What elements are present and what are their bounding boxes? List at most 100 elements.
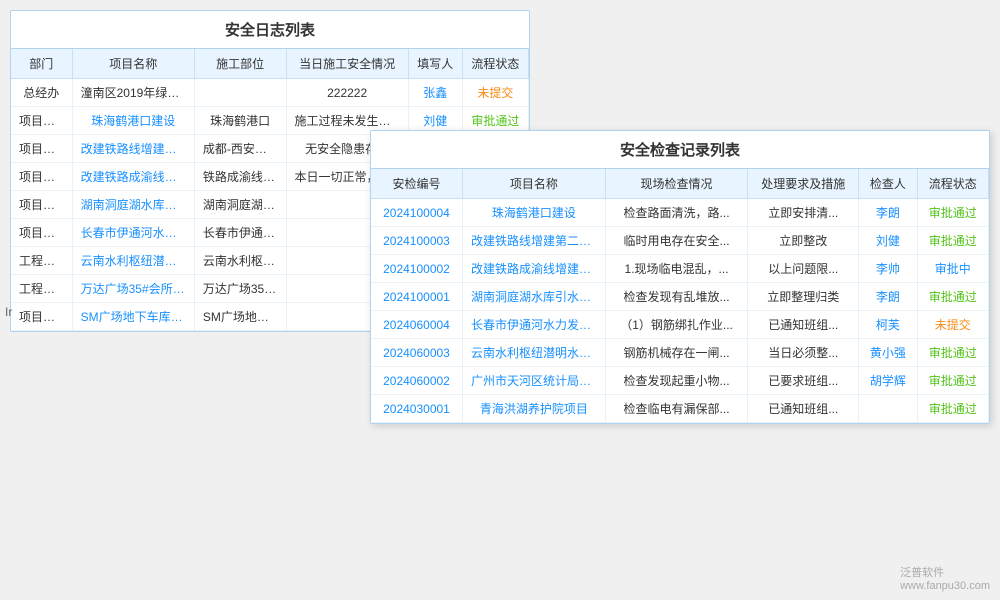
check-inspector-cell: 胡学辉	[859, 367, 917, 395]
check-situation-cell: （1）钢筋绑扎作业...	[605, 311, 747, 339]
check-inspector-cell	[859, 395, 917, 423]
safety-log-title: 安全日志列表	[11, 11, 529, 49]
check-id-cell[interactable]: 2024100004	[371, 199, 462, 227]
col-status: 流程状态	[462, 49, 528, 79]
check-project-cell[interactable]: 湖南洞庭湖水库引水工...	[462, 283, 605, 311]
check-measure-cell: 以上问题限...	[748, 255, 859, 283]
writer-cell: 张鑫	[408, 79, 462, 107]
dept-cell: 项目二部	[11, 163, 72, 191]
safety-check-panel: 安全检查记录列表 安检编号 项目名称 现场检查情况 处理要求及措施 检查人 流程…	[370, 130, 990, 424]
check-measure-cell: 当日必须整...	[748, 339, 859, 367]
check-project-cell[interactable]: 长春市伊通河水力发电...	[462, 311, 605, 339]
project-cell[interactable]: 云南水利枢纽潜明水库一...	[72, 247, 194, 275]
check-id-cell[interactable]: 2024100001	[371, 283, 462, 311]
project-cell[interactable]: 湖南洞庭湖水库引水工程...	[72, 191, 194, 219]
project-cell[interactable]: 长春市伊通河水力发电厂...	[72, 219, 194, 247]
check-measure-cell: 已通知班组...	[748, 311, 859, 339]
project-cell[interactable]: 改建铁路线增建第二线直...	[72, 135, 194, 163]
table-row: 2024100001湖南洞庭湖水库引水工...检查发现有乱堆放...立即整理归类…	[371, 283, 989, 311]
table-row: 2024100004珠海鹤港口建设检查路面清洗，路...立即安排清...李朗审批…	[371, 199, 989, 227]
check-measure-cell: 立即整理归类	[748, 283, 859, 311]
dept-cell: 工程管...	[11, 247, 72, 275]
check-project-cell[interactable]: 云南水利枢纽潜明水库...	[462, 339, 605, 367]
check-status-cell: 审批通过	[917, 367, 988, 395]
table-row: 2024060003云南水利枢纽潜明水库...钢筋机械存在一闸...当日必须整.…	[371, 339, 989, 367]
col-writer: 填写人	[408, 49, 462, 79]
project-cell[interactable]: SM广场地下车库更换摄...	[72, 303, 194, 331]
check-status-cell: 审批通过	[917, 227, 988, 255]
check-id-cell[interactable]: 2024060004	[371, 311, 462, 339]
dept-cell: 项目三部	[11, 107, 72, 135]
check-inspector-cell: 李帅	[859, 255, 917, 283]
dept-cell: 项目一部	[11, 135, 72, 163]
col-site: 施工部位	[194, 49, 286, 79]
col-situation: 当日施工安全情况	[286, 49, 408, 79]
dept-cell: 工程管...	[11, 275, 72, 303]
situation-cell: 222222	[286, 79, 408, 107]
check-status-cell: 未提交	[917, 311, 988, 339]
table-row: 2024060004长春市伊通河水力发电...（1）钢筋绑扎作业...已通知班组…	[371, 311, 989, 339]
check-id-cell[interactable]: 2024060002	[371, 367, 462, 395]
check-situation-cell: 1.现场临电混乱，...	[605, 255, 747, 283]
table-row: 2024100002改建铁路成渝线增建第...1.现场临电混乱，...以上问题限…	[371, 255, 989, 283]
dept-cell: 项目二部	[11, 303, 72, 331]
col-check-project: 项目名称	[462, 169, 605, 199]
check-project-cell[interactable]: 珠海鹤港口建设	[462, 199, 605, 227]
check-inspector-cell: 黄小强	[859, 339, 917, 367]
project-cell: 潼南区2019年绿化补贴项...	[72, 79, 194, 107]
safety-log-header: 部门 项目名称 施工部位 当日施工安全情况 填写人 流程状态	[11, 49, 529, 79]
check-measure-cell: 已通知班组...	[748, 395, 859, 423]
col-check-status: 流程状态	[917, 169, 988, 199]
site-cell	[194, 79, 286, 107]
col-check-id: 安检编号	[371, 169, 462, 199]
check-situation-cell: 检查发现起重小物...	[605, 367, 747, 395]
check-measure-cell: 立即安排清...	[748, 199, 859, 227]
dept-cell: 项目三部	[11, 219, 72, 247]
check-project-cell[interactable]: 改建铁路线增建第二线...	[462, 227, 605, 255]
project-cell[interactable]: 改建铁路成渝线增建第二...	[72, 163, 194, 191]
safety-check-header: 安检编号 项目名称 现场检查情况 处理要求及措施 检查人 流程状态	[371, 169, 989, 199]
col-check-situation: 现场检查情况	[605, 169, 747, 199]
table-row: 2024100003改建铁路线增建第二线...临时用电存在安全...立即整改刘健…	[371, 227, 989, 255]
check-id-cell[interactable]: 2024100002	[371, 255, 462, 283]
site-cell: 珠海鹤港口	[194, 107, 286, 135]
check-status-cell: 审批通过	[917, 199, 988, 227]
site-cell: 万达广场35#会...	[194, 275, 286, 303]
dept-cell: 项目一部	[11, 191, 72, 219]
check-project-cell[interactable]: 青海洪湖养护院项目	[462, 395, 605, 423]
check-id-cell[interactable]: 2024030001	[371, 395, 462, 423]
check-inspector-cell: 刘健	[859, 227, 917, 255]
check-situation-cell: 钢筋机械存在一闸...	[605, 339, 747, 367]
site-cell: 成都-西安铁路...	[194, 135, 286, 163]
check-inspector-cell: 李朗	[859, 199, 917, 227]
check-situation-cell: 临时用电存在安全...	[605, 227, 747, 255]
col-project-name: 项目名称	[72, 49, 194, 79]
project-cell[interactable]: 万达广场35#会所及咖啡...	[72, 275, 194, 303]
dept-cell: 总经办	[11, 79, 72, 107]
table-row: 2024030001青海洪湖养护院项目检查临电有漏保部...已通知班组... 审批…	[371, 395, 989, 423]
check-inspector-cell: 李朗	[859, 283, 917, 311]
check-status-cell: 审批通过	[917, 283, 988, 311]
check-project-cell[interactable]: 广州市天河区统计局机...	[462, 367, 605, 395]
col-check-measure: 处理要求及措施	[748, 169, 859, 199]
check-measure-cell: 立即整改	[748, 227, 859, 255]
check-measure-cell: 已要求班组...	[748, 367, 859, 395]
check-status-cell: 审批通过	[917, 395, 988, 423]
table-row: 2024060002广州市天河区统计局机...检查发现起重小物...已要求班组.…	[371, 367, 989, 395]
table-row: 总经办潼南区2019年绿化补贴项...222222张鑫未提交	[11, 79, 529, 107]
site-cell: 湖南洞庭湖水库	[194, 191, 286, 219]
site-cell: 云南水利枢纽潜...	[194, 247, 286, 275]
watermark: 泛普软件 www.fanpu30.com	[900, 564, 990, 592]
check-id-cell[interactable]: 2024060003	[371, 339, 462, 367]
left-indicator: Ir	[5, 305, 12, 319]
site-cell: 铁路成渝线（成...	[194, 163, 286, 191]
project-cell[interactable]: 珠海鹤港口建设	[72, 107, 194, 135]
check-inspector-cell: 柯芙	[859, 311, 917, 339]
check-situation-cell: 检查发现有乱堆放...	[605, 283, 747, 311]
check-situation-cell: 检查路面清洗，路...	[605, 199, 747, 227]
check-project-cell[interactable]: 改建铁路成渝线增建第...	[462, 255, 605, 283]
check-situation-cell: 检查临电有漏保部...	[605, 395, 747, 423]
safety-check-table: 安检编号 项目名称 现场检查情况 处理要求及措施 检查人 流程状态 202410…	[371, 169, 989, 423]
site-cell: 长春市伊通河水...	[194, 219, 286, 247]
check-id-cell[interactable]: 2024100003	[371, 227, 462, 255]
